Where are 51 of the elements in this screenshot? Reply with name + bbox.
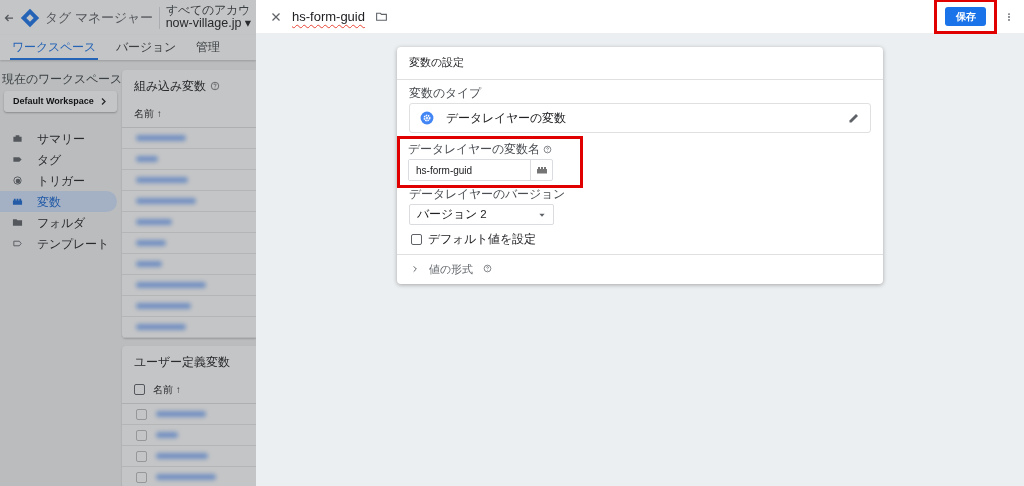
section-title: 組み込み変数 bbox=[134, 78, 206, 95]
container-selector[interactable]: now-village.jp ▾ bbox=[165, 16, 252, 31]
brick-icon[interactable] bbox=[535, 164, 548, 177]
card-title: 変数の設定 bbox=[397, 47, 883, 80]
sidebar-item[interactable]: タグ bbox=[0, 149, 117, 170]
section-title: ユーザー定義変数 bbox=[134, 354, 230, 371]
folder-icon[interactable] bbox=[374, 10, 388, 23]
checkbox[interactable] bbox=[411, 234, 422, 246]
gear-icon bbox=[420, 110, 434, 125]
tag-icon bbox=[12, 154, 23, 165]
diamond-logo-icon bbox=[19, 6, 41, 29]
template-icon bbox=[12, 238, 23, 249]
chevron-right-icon bbox=[99, 97, 108, 106]
section-toggle[interactable]: 値の形式 bbox=[429, 260, 473, 278]
checkbox[interactable] bbox=[136, 471, 147, 483]
checkbox-label: デフォルト値を設定 bbox=[428, 232, 536, 248]
chevron-right-icon[interactable] bbox=[411, 264, 419, 273]
pencil-icon[interactable] bbox=[848, 111, 860, 124]
checkbox[interactable] bbox=[136, 429, 147, 441]
sidebar-item[interactable]: サマリー bbox=[0, 128, 117, 149]
breadcrumb[interactable]: すべてのアカウ bbox=[165, 4, 252, 16]
variable-name-title[interactable]: hs-form-guid bbox=[292, 6, 365, 27]
folder-icon bbox=[12, 217, 23, 228]
help-icon[interactable] bbox=[483, 264, 492, 274]
name-input[interactable]: hs-form-guid bbox=[408, 159, 553, 182]
column-header[interactable]: 名前 ↑ bbox=[153, 382, 181, 397]
sidebar-item[interactable]: トリガー bbox=[0, 170, 117, 191]
help-icon[interactable] bbox=[210, 81, 220, 91]
save-button[interactable]: 保存 bbox=[945, 7, 986, 26]
workspace-label: 現在のワークスペース bbox=[1, 71, 122, 88]
checkbox[interactable] bbox=[136, 450, 147, 462]
checkbox[interactable] bbox=[136, 408, 147, 420]
field-label: 変数のタイプ bbox=[409, 86, 483, 100]
tab[interactable]: ワークスペース bbox=[10, 35, 98, 60]
workspace-button[interactable]: Default Workspace bbox=[4, 91, 117, 112]
version-select[interactable]: バージョン 2 bbox=[409, 204, 554, 226]
trigger-icon bbox=[12, 175, 23, 186]
tab[interactable]: バージョン bbox=[114, 35, 178, 60]
variable-icon bbox=[12, 196, 23, 207]
sidebar-item[interactable]: フォルダ bbox=[0, 212, 117, 233]
variable-type-box[interactable]: データレイヤーの変数 bbox=[409, 102, 871, 133]
app-title: タグ マネージャー bbox=[45, 8, 153, 27]
sidebar-item[interactable]: テンプレート bbox=[0, 233, 117, 254]
column-header[interactable]: 名前 ↑ bbox=[134, 106, 162, 121]
checkbox[interactable] bbox=[134, 384, 145, 395]
field-label: データレイヤーの変数名 bbox=[408, 142, 540, 157]
field-label: データレイヤーのバージョン bbox=[409, 188, 566, 202]
close-icon[interactable] bbox=[270, 10, 282, 23]
tab[interactable]: 管理 bbox=[194, 35, 222, 60]
help-icon[interactable] bbox=[542, 145, 552, 155]
summary-icon bbox=[12, 133, 23, 144]
